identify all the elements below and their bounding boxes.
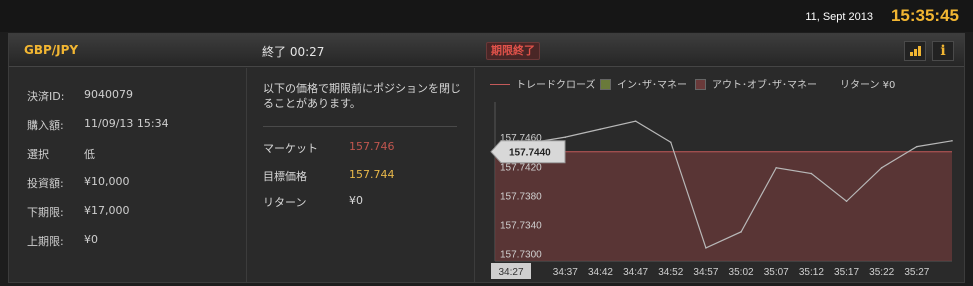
y-tick-label: 157.7380: [500, 191, 542, 202]
price-point: [916, 145, 918, 148]
info-icon[interactable]: i: [932, 41, 954, 61]
x-tick-label: 35:22: [869, 267, 894, 278]
x-tick-label: 34:27: [498, 267, 523, 278]
summary-label: リターン: [263, 196, 307, 209]
return-value: ¥0: [349, 194, 363, 207]
legend-return: リターン ¥0: [840, 80, 896, 91]
chart-svg: 157.7460157.7420157.7380157.7340157.7300…: [490, 102, 953, 279]
detail-label: 下期限:: [27, 206, 64, 219]
legend-in-the-money: イン･ザ･マネー: [600, 76, 687, 91]
status-badge: 期限終了: [486, 42, 540, 60]
price-point: [634, 120, 637, 122]
close-notice: 以下の価格で期限前にポジションを閉じることがあります。: [263, 82, 461, 110]
detail-label: 上期限:: [27, 235, 64, 248]
trade-panel: GBP/JPY 終了 00:27 期限終了 i 決済ID: 9040079 購入…: [8, 33, 965, 283]
detail-label: 投資額:: [27, 177, 64, 190]
x-tick-label: 35:27: [904, 267, 929, 278]
x-tick-label: 35:07: [764, 267, 789, 278]
trade-summary: 以下の価格で期限前にポジションを閉じることがあります。 マーケット 157.74…: [248, 68, 473, 282]
out-of-the-money-area: [495, 151, 952, 261]
y-tick-label: 157.7300: [500, 250, 542, 261]
x-tick-label: 34:37: [553, 267, 578, 278]
price-point: [740, 231, 742, 233]
x-tick-label: 34:47: [623, 267, 648, 278]
currency-pair: GBP/JPY: [24, 43, 79, 57]
detail-value: ¥0: [84, 233, 98, 246]
bar-chart-icon[interactable]: [904, 41, 926, 61]
target-price: 157.744: [349, 168, 395, 181]
trade-details: 決済ID: 9040079 購入額: 11/09/13 15:34 選択 低 投…: [9, 68, 247, 282]
x-tick-label: 34:57: [693, 267, 718, 278]
summary-label: 目標価格: [263, 170, 307, 183]
price-point: [599, 128, 602, 130]
target-callout-label: 157.7440: [509, 148, 551, 159]
detail-label: 選択: [27, 148, 49, 161]
y-tick-label: 157.7420: [500, 162, 542, 173]
price-point: [775, 166, 778, 169]
x-tick-label: 35:17: [834, 267, 859, 278]
top-bar: 11, Sept 2013 15:35:45: [0, 0, 973, 32]
detail-value: 11/09/13 15:34: [84, 117, 169, 130]
market-price: 157.746: [349, 140, 395, 153]
x-tick-label: 34:42: [588, 267, 613, 278]
detail-value: 9040079: [84, 88, 133, 101]
price-point: [951, 139, 953, 142]
current-time: 15:35:45: [890, 6, 959, 25]
detail-label: 決済ID:: [27, 90, 65, 103]
price-point: [880, 166, 883, 169]
price-point: [810, 172, 813, 175]
legend-trade-close: トレードクローズ: [490, 76, 596, 91]
x-tick-label: 35:12: [799, 267, 824, 278]
legend-out-of-the-money: アウト･オブ･ザ･マネー: [695, 76, 817, 91]
divider: [263, 126, 457, 127]
price-point: [669, 141, 672, 144]
summary-label: マーケット: [263, 142, 318, 155]
detail-value: 低: [84, 148, 95, 161]
price-point: [845, 200, 848, 203]
price-chart: トレードクローズ イン･ザ･マネー アウト･オブ･ザ･マネー リターン ¥0 1…: [474, 68, 964, 282]
end-countdown: 終了 00:27: [262, 45, 325, 59]
x-tick-label: 35:02: [729, 267, 754, 278]
detail-value: ¥10,000: [84, 175, 130, 188]
x-tick-label: 34:52: [658, 267, 683, 278]
detail-label: 購入額:: [27, 119, 64, 132]
detail-value: ¥17,000: [84, 204, 130, 217]
price-point: [564, 136, 567, 138]
current-date: 11, Sept 2013: [805, 11, 873, 23]
panel-header: GBP/JPY 終了 00:27 期限終了 i: [9, 34, 964, 67]
y-tick-label: 157.7340: [500, 221, 542, 232]
price-point: [705, 247, 707, 249]
